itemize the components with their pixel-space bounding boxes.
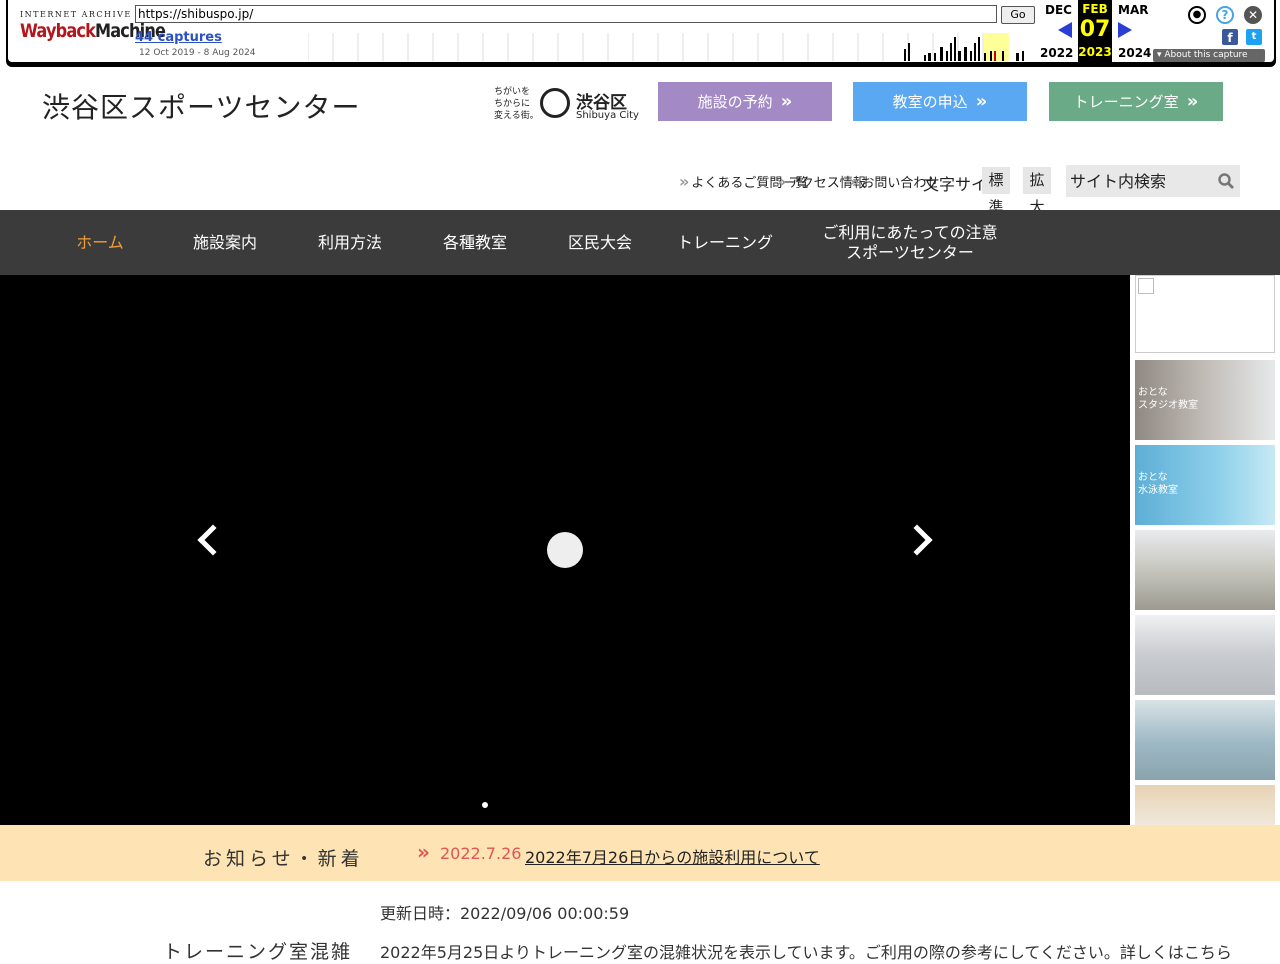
prev-capture-arrow-icon[interactable] [1058,22,1072,38]
user-icon[interactable]: ● [1188,6,1206,24]
close-icon[interactable]: ✕ [1244,6,1262,24]
thumbnail-pool[interactable] [1135,700,1275,780]
chevron-right-icon[interactable] [901,524,933,556]
wayback-url-input[interactable]: https://shibuspo.jp/ [135,5,997,23]
news-band: お知らせ・新着 » 2022.7.26 2022年7月26日からの施設利用につい… [0,825,1280,881]
thumbnail-gym[interactable] [1135,615,1275,695]
nav-notes[interactable]: ご利用にあたっての注意 スポーツセンター [820,210,1000,275]
chevron-right-icon: » [975,91,988,112]
search-icon[interactable] [1218,173,1234,189]
wayback-current-year: 2023 [1078,45,1112,59]
nav-training[interactable]: トレーニング [675,210,775,275]
thumbnail-arena[interactable] [1135,785,1275,825]
wayback-range: 12 Oct 2019 - 8 Aug 2024 [139,48,256,58]
broken-image-icon [1138,278,1154,294]
shibuya-city-logo[interactable]: ちがいを ちからに 変える街。 渋谷区 Shibuya City [494,84,639,126]
wayback-next-year[interactable]: 2024 [1118,46,1151,60]
chevron-right-icon: » [780,91,793,112]
chevron-icon: » [776,172,787,191]
nav-home[interactable]: ホーム [50,210,150,275]
training-room-button[interactable]: トレーニング室» [1049,82,1223,121]
help-icon[interactable]: ? [1216,6,1234,24]
site-title[interactable]: 渋谷区スポーツセンター [42,86,360,126]
next-capture-arrow-icon[interactable] [1118,22,1132,38]
slider-thumbnails: おとな スタジオ教室 おとな 水泳教室 [1130,275,1280,825]
wayback-captures-link[interactable]: 44 captures [135,30,222,45]
twitter-icon[interactable]: t [1246,29,1262,45]
wayback-go-button[interactable]: Go [1001,6,1035,24]
chevron-icon: » [849,172,860,191]
class-application-button[interactable]: 教室の申込» [853,82,1027,121]
wayback-current-date: FEB 07 2023 [1078,0,1112,62]
nav-usage[interactable]: 利用方法 [300,210,400,275]
wayback-prev-year[interactable]: 2022 [1040,46,1073,60]
news-link[interactable]: 2022年7月26日からの施設利用について [525,844,820,868]
nav-classes[interactable]: 各種教室 [425,210,525,275]
wayback-toolbar: INTERNET ARCHIVE WaybackMachine https://… [0,0,1280,70]
facebook-icon[interactable]: f [1222,29,1238,45]
shibuya-emblem-icon [540,88,570,118]
chevron-icon: » [679,172,690,191]
wayback-current-month: FEB [1082,2,1108,16]
wayback-current-day: 07 [1079,17,1111,42]
nav-tournament[interactable]: 区民大会 [550,210,650,275]
wayback-sparkline[interactable] [308,33,1034,61]
news-title: お知らせ・新着 [203,848,364,870]
congestion-text: 2022年5月25日よりトレーニング室の混雑状況を表示しています。ご利用の際の参… [380,943,1232,962]
logo-tagline: ちがいを ちからに 変える街。 [494,87,539,121]
thumbnail-building[interactable] [1135,530,1275,610]
thumbnail-studio-class[interactable]: おとな スタジオ教室 [1135,360,1275,440]
updated-time: 更新日時：2022/09/06 00:00:59 [380,904,630,923]
chevron-right-icon: » [1186,91,1199,112]
main-navigation: ホーム 施設案内 利用方法 各種教室 区民大会 トレーニング ご利用にあたっての… [0,210,1280,275]
wayback-prev-month[interactable]: DEC [1045,3,1072,17]
about-capture-button[interactable]: ▾ About this capture [1153,49,1265,62]
thumbnail-broken-image[interactable] [1135,275,1275,353]
thumbnail-swimming-class[interactable]: おとな 水泳教室 [1135,445,1275,525]
font-size-large-button[interactable]: 拡大 [1023,167,1051,216]
chevron-right-icon: » [417,840,430,864]
slider-dot[interactable] [482,802,488,808]
loading-spinner-icon [547,532,583,568]
chevron-left-icon[interactable] [197,524,229,556]
search-box [1066,165,1240,197]
hero-slider[interactable] [0,275,1130,825]
facility-reservation-button[interactable]: 施設の予約» [658,82,832,121]
wayback-icons: ● ? ✕ f t [1186,5,1266,55]
font-size-standard-button[interactable]: 標準 [982,167,1010,216]
news-date: 2022.7.26 [440,844,522,863]
search-input[interactable] [1070,170,1210,192]
nav-facilities[interactable]: 施設案内 [175,210,275,275]
logo-en: Shibuya City [576,110,639,121]
wayback-next-month[interactable]: MAR [1118,3,1148,17]
wayback-logo-top: INTERNET ARCHIVE [20,10,132,19]
